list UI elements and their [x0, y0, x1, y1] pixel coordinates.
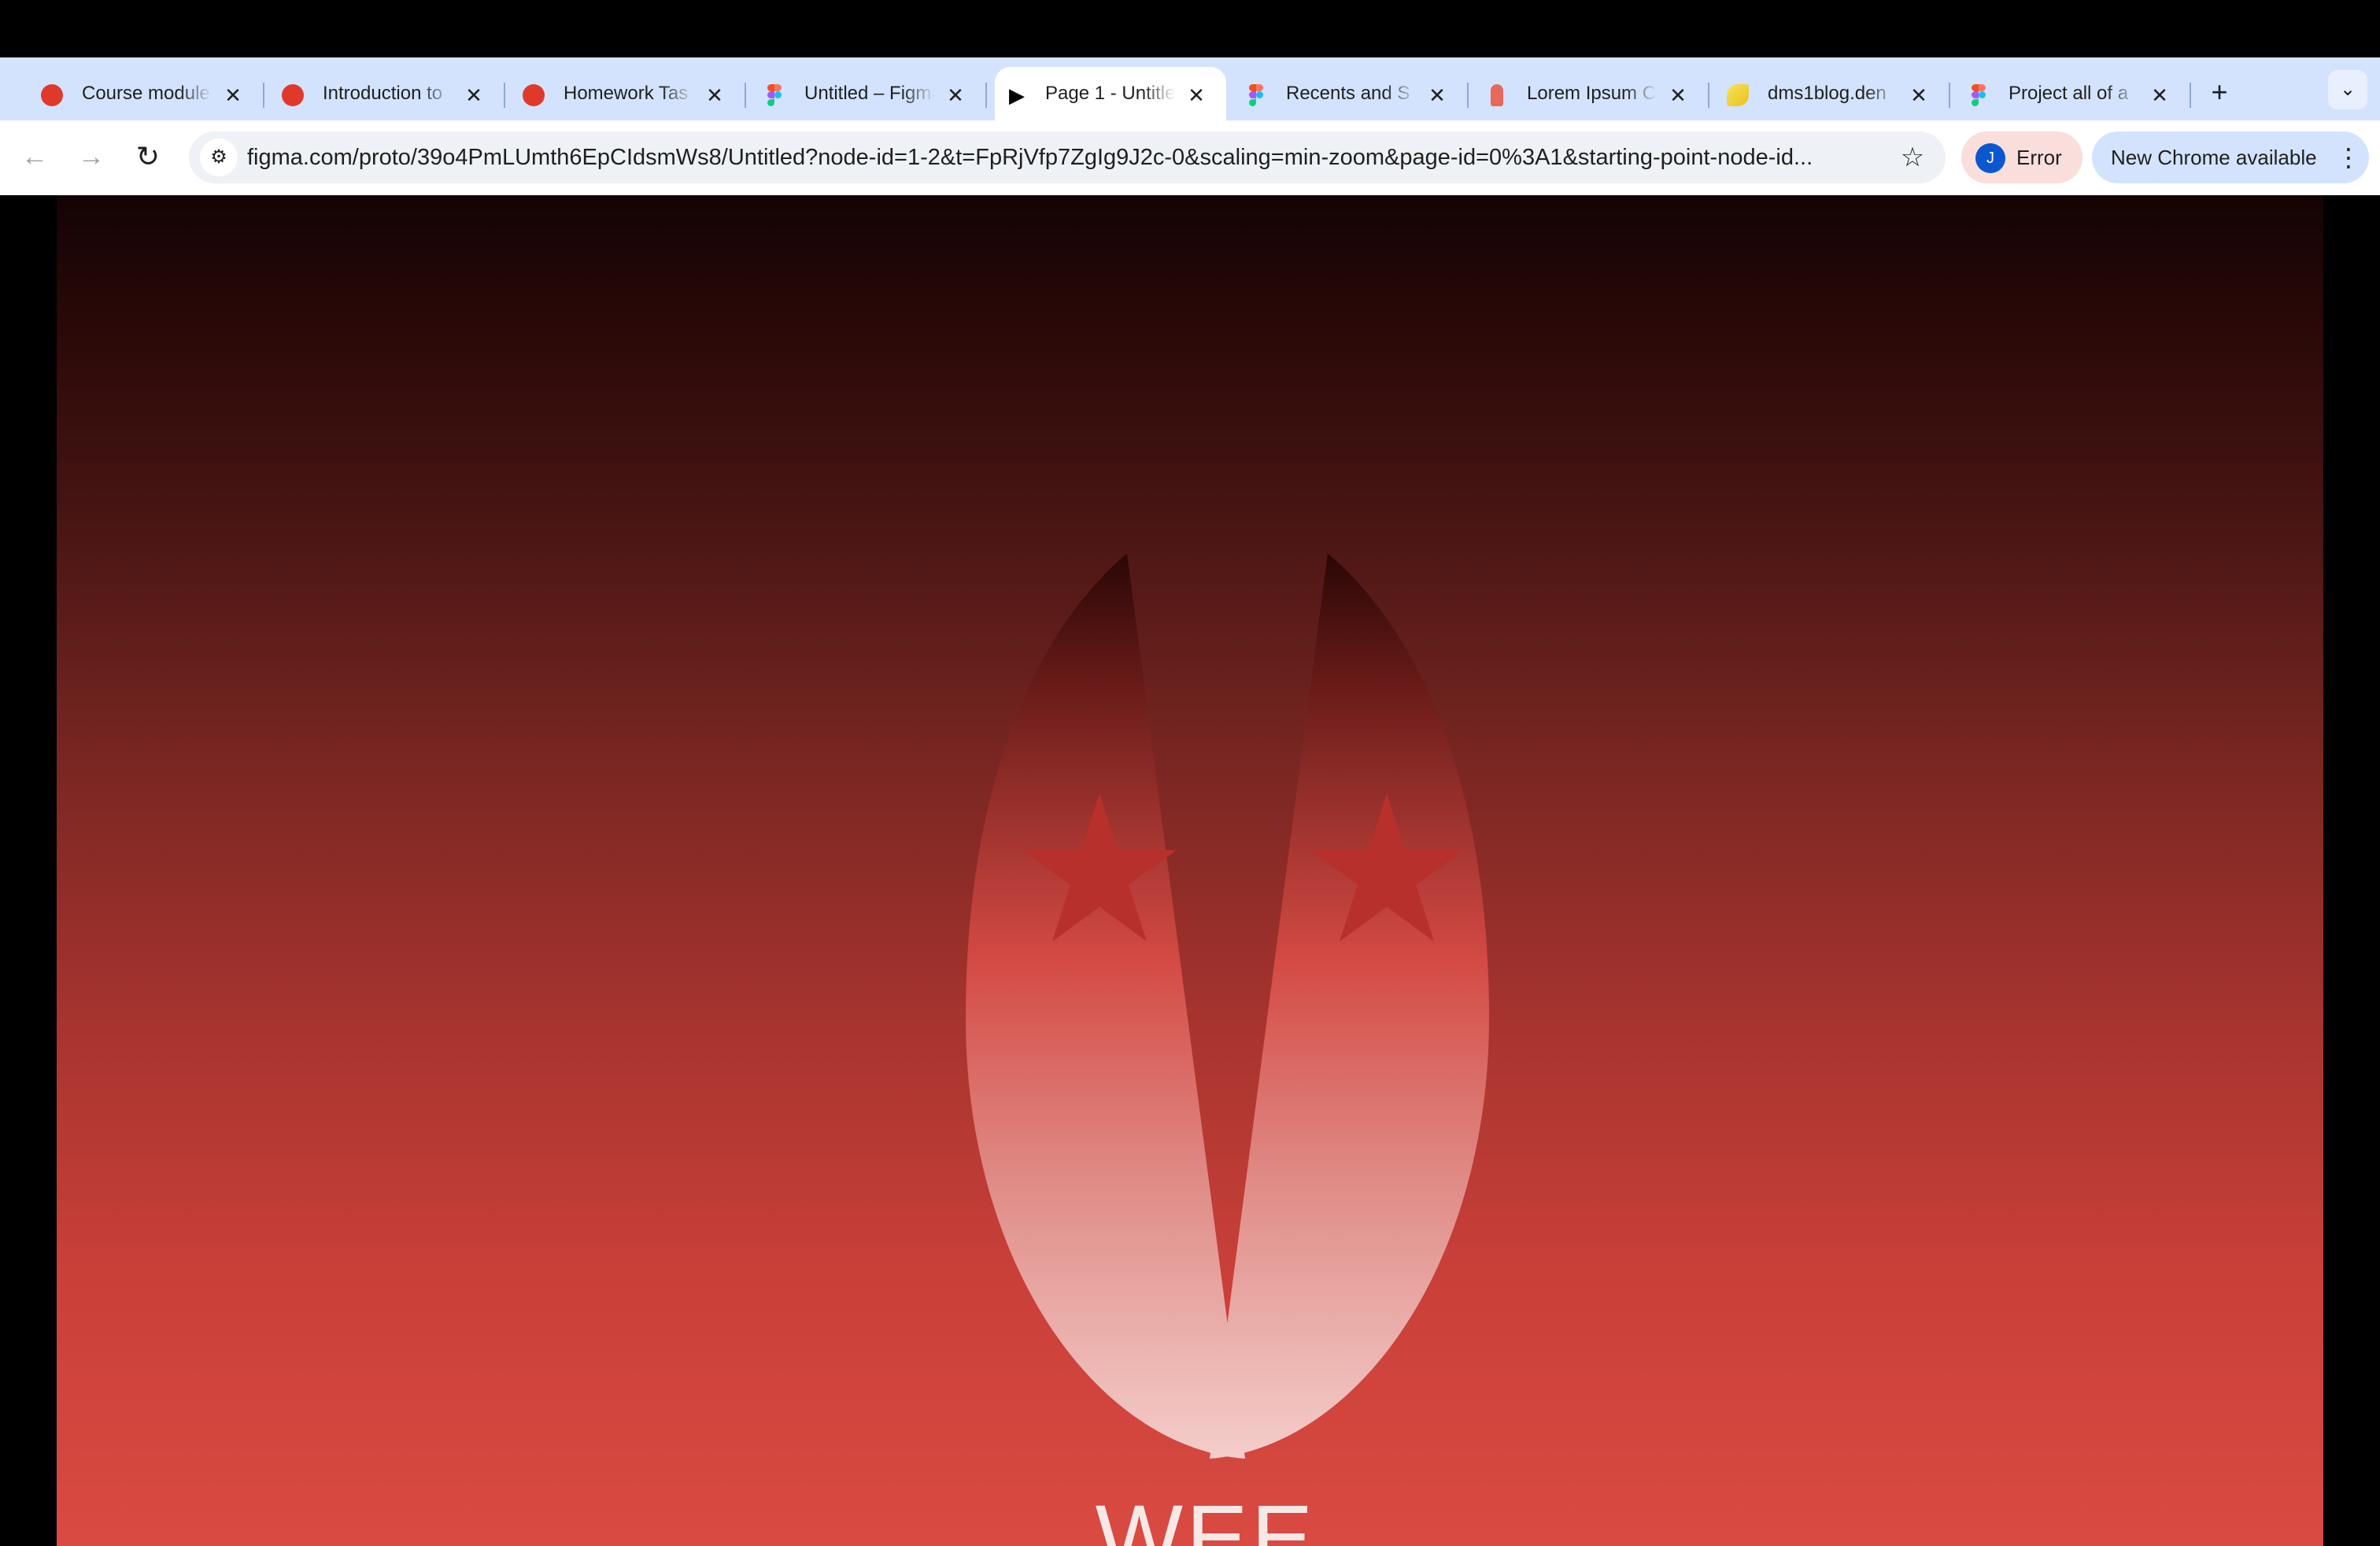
tab-page-1-active[interactable]: ▶ Page 1 - Untitled ✕	[995, 67, 1226, 120]
tab-lorem-ipsum[interactable]: Lorem Ipsum C ✕	[1445, 67, 1709, 120]
reload-icon[interactable]: ↻	[129, 138, 167, 176]
profile-status-label: Error	[2016, 146, 2062, 169]
tab-search-chevron-icon[interactable]: ⌄	[2328, 70, 2367, 109]
tab-title: Page 1 - Untitled	[1045, 83, 1175, 104]
tab-separator	[2190, 83, 2191, 108]
yellow-swirl-icon	[1727, 84, 1749, 106]
frame-title: WEE WOO	[1095, 1486, 1317, 1546]
site-settings-icon[interactable]: ⚙	[200, 139, 238, 176]
tab-homework[interactable]: Homework Tas ✕	[482, 67, 746, 120]
tab-untitled-figma[interactable]: Untitled – Figma ✕	[722, 67, 987, 120]
tab-title: Untitled – Figma	[804, 83, 934, 104]
update-label: New Chrome available	[2111, 146, 2317, 169]
tab-strip: Course module ✕ Introduction to ✕ Homewo…	[0, 57, 2380, 120]
prototype-frame[interactable]: WEE WOO	[57, 195, 2323, 1546]
close-icon[interactable]: ✕	[2149, 84, 2171, 106]
menu-bar-area	[0, 0, 2380, 57]
tab-separator	[985, 83, 987, 108]
address-bar[interactable]: ⚙ figma.com/proto/39o4PmLUmth6EpCIdsmWs8…	[189, 131, 1946, 183]
tab-title: Introduction to	[323, 83, 443, 104]
tab-introduction[interactable]: Introduction to ✕	[241, 67, 505, 120]
avatar: J	[1975, 143, 2005, 173]
url-text[interactable]: figma.com/proto/39o4PmLUmth6EpCIdsmWs8/U…	[247, 131, 1876, 183]
new-chrome-available-button[interactable]: New Chrome available ⋮	[2092, 131, 2369, 183]
tab-title: dms1blog.den	[1768, 83, 1887, 104]
tab-title: Lorem Ipsum C	[1527, 83, 1657, 104]
figma-icon	[767, 84, 782, 106]
new-tab-plus-icon[interactable]: +	[2204, 76, 2235, 108]
close-icon[interactable]: ✕	[944, 84, 966, 106]
back-arrow-icon[interactable]: ←	[16, 138, 54, 176]
browser-toolbar: ← → ↻ ⚙ figma.com/proto/39o4PmLUmth6EpCI…	[0, 120, 2380, 196]
play-icon: ▶	[1009, 83, 1025, 107]
figma-icon	[1249, 84, 1263, 106]
tab-dms1blog[interactable]: dms1blog.den ✕	[1686, 67, 1950, 120]
tab-recents[interactable]: Recents and S ✕	[1204, 67, 1469, 120]
emblem-left-half	[966, 553, 1245, 1459]
red-person-icon	[1491, 84, 1503, 106]
red-blob-icon	[41, 84, 63, 106]
emblem-right-half	[1210, 553, 1489, 1459]
emblem-graphic	[966, 553, 1489, 1459]
emblem-left-half	[966, 553, 1245, 1459]
figma-icon	[1972, 84, 1986, 106]
tab-course-module[interactable]: Course module ✕	[0, 67, 264, 120]
emblem-right-half	[1210, 553, 1489, 1459]
page-viewport: WEE WOO	[0, 195, 2380, 1546]
forward-arrow-icon[interactable]: →	[72, 138, 110, 176]
kebab-menu-icon[interactable]: ⋮	[2336, 139, 2361, 176]
profile-button[interactable]: J Error	[1961, 131, 2082, 183]
tab-title: Homework Tas	[564, 83, 689, 104]
tab-project[interactable]: Project all of a ✕	[1927, 67, 2191, 120]
bookmark-star-icon[interactable]: ☆	[1894, 139, 1931, 176]
tab-title: Project all of a	[2009, 83, 2129, 104]
tab-title: Course module	[82, 83, 210, 104]
red-blob-icon	[282, 84, 304, 106]
red-blob-icon	[523, 84, 545, 106]
tab-title: Recents and S	[1286, 83, 1410, 104]
